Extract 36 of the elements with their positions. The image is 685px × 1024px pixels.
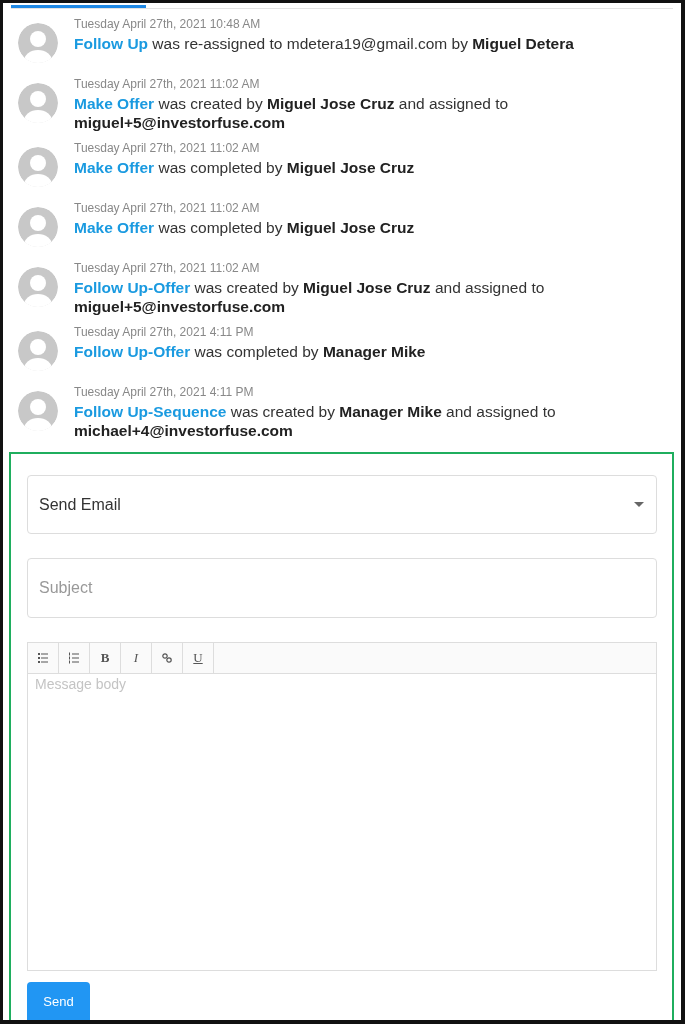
bullet-list-icon	[37, 652, 49, 664]
numbered-list-icon	[68, 652, 80, 664]
avatar-icon	[18, 331, 58, 371]
timestamp: Tuesday April 27th, 2021 10:48 AM	[74, 17, 262, 32]
message-body-field[interactable]: Message body	[27, 673, 657, 971]
task-link[interactable]: Make Offer	[74, 159, 155, 176]
timestamp: Tuesday April 27th, 2021 11:02 AM	[74, 141, 261, 156]
task-link[interactable]: Make Offer	[74, 219, 155, 236]
timestamp: Tuesday April 27th, 2021 11:02 AM	[74, 77, 261, 92]
activity-text: Make Offer was completed by Miguel Jose Cruz	[74, 218, 415, 237]
avatar-icon	[18, 147, 58, 187]
activity-text: Follow Up-Offer was created by Miguel Jose Cruz and assigned to miguel+5@investorfuse.com	[74, 278, 546, 316]
activity-text: Make Offer was created by Miguel Jose Cruz and assigned to miguel+5@investorfuse.com	[74, 94, 510, 132]
activity-text: Follow Up-Sequence was created by Manager Mike and assigned to michael+4@investorfuse.com	[74, 402, 557, 440]
activity-text: Make Offer was completed by Miguel Jose Cruz	[74, 158, 415, 177]
action-select[interactable]: Send Email	[27, 475, 657, 534]
task-link[interactable]: Make Offer	[74, 95, 155, 112]
activity-text: Follow Up-Offer was completed by Manager Mike	[74, 342, 426, 361]
timestamp: Tuesday April 27th, 2021 4:11 PM	[74, 325, 255, 340]
send-button[interactable]: Send	[27, 982, 90, 1020]
task-link[interactable]: Follow Up	[74, 35, 149, 52]
avatar-icon	[18, 83, 58, 123]
subject-field[interactable]: Subject	[27, 558, 657, 618]
link-icon	[161, 652, 173, 664]
avatar-icon	[18, 207, 58, 247]
timestamp: Tuesday April 27th, 2021 11:02 AM	[74, 261, 261, 276]
activity-text: Follow Up was re-assigned to mdetera19@gmail.com by Miguel Detera	[74, 34, 574, 53]
task-link[interactable]: Follow Up-Offer	[74, 343, 191, 360]
task-link[interactable]: Follow Up-Offer	[74, 279, 191, 296]
timestamp: Tuesday April 27th, 2021 11:02 AM	[74, 201, 261, 216]
avatar-icon	[18, 23, 58, 63]
timestamp: Tuesday April 27th, 2021 4:11 PM	[74, 385, 255, 400]
task-link[interactable]: Follow Up-Sequence	[74, 403, 227, 420]
avatar-icon	[18, 267, 58, 307]
avatar-icon	[18, 391, 58, 431]
caret-icon	[634, 502, 644, 507]
